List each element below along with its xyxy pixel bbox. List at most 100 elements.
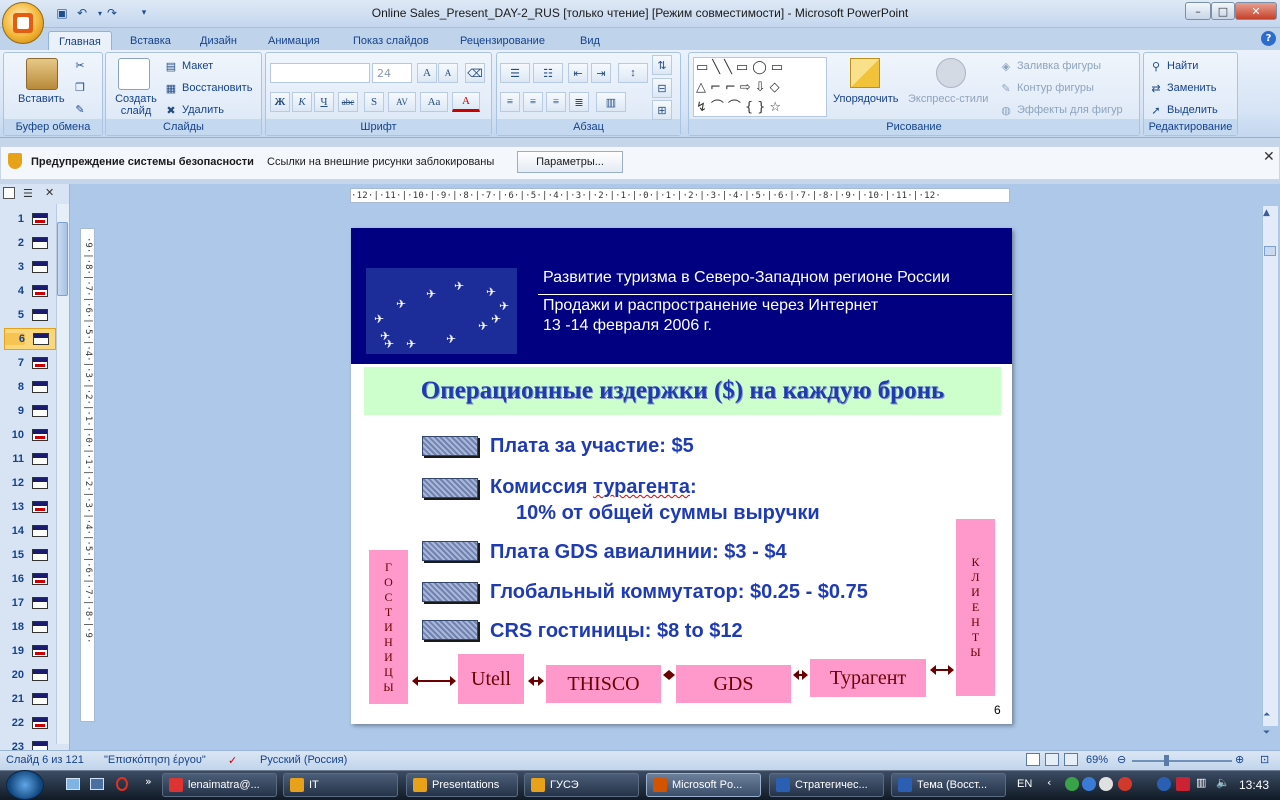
tab-slideshow[interactable]: Показ слайдов	[343, 31, 439, 50]
shape-fill-button[interactable]: ◈ Заливка фигуры	[998, 58, 1101, 74]
arrange-icon[interactable]	[850, 58, 880, 88]
select-button[interactable]: ➚ Выделить	[1148, 102, 1217, 118]
input-language[interactable]: EN	[1017, 778, 1032, 790]
bold-button[interactable]: Ж	[270, 92, 290, 112]
tray-app-icon[interactable]	[1082, 777, 1096, 791]
horizontal-ruler[interactable]: ·12·|·11·|·10·|·9·|·8·|·7·|·6·|·5·|·4·|·…	[350, 188, 1010, 203]
slide-thumbnail[interactable]: 6	[4, 328, 56, 350]
replace-button[interactable]: ⇄ Заменить	[1148, 80, 1216, 96]
editor-scrollbar[interactable]	[1262, 206, 1278, 726]
slide-thumbnail[interactable]: 1	[4, 208, 56, 230]
close-button[interactable]: ✕	[1235, 2, 1277, 20]
slide-thumbnail[interactable]: 9	[4, 400, 56, 422]
bullet-participation-fee[interactable]: Плата за участие: $5	[490, 435, 694, 458]
align-left-icon[interactable]: ≡	[500, 92, 520, 112]
prev-slide-icon[interactable]: ⏶	[1263, 710, 1270, 720]
show-desktop-icon[interactable]	[66, 778, 80, 790]
next-slide-icon[interactable]: ⏷	[1263, 728, 1270, 738]
taskbar-task[interactable]: lenaimatra@...	[162, 773, 277, 797]
outline-tab-icon[interactable]: ☰	[23, 187, 33, 200]
taskbar-task[interactable]: Presentations	[406, 773, 518, 797]
travel-agent-box[interactable]: Турагент	[810, 659, 926, 697]
change-case-button[interactable]: Aa	[420, 92, 448, 112]
slide-thumbnail[interactable]: 3	[4, 256, 56, 278]
switch-windows-icon[interactable]	[90, 778, 104, 790]
quick-styles-button[interactable]: Экспресс-стили	[908, 93, 988, 105]
taskbar-task[interactable]: ГУСЭ	[524, 773, 639, 797]
tab-animation[interactable]: Анимация	[258, 31, 330, 50]
slideshow-view-icon[interactable]	[1064, 753, 1078, 766]
clock[interactable]: 13:43	[1239, 778, 1269, 792]
decrease-indent-icon[interactable]: ⇤	[568, 63, 588, 83]
tab-review[interactable]: Рецензирование	[450, 31, 555, 50]
copy-icon[interactable]: ❐	[72, 79, 88, 95]
minimize-button[interactable]: –	[1185, 2, 1211, 20]
tab-view[interactable]: Вид	[570, 31, 610, 50]
shrink-font-button[interactable]: A	[438, 63, 458, 83]
gds-box[interactable]: GDS	[676, 665, 791, 703]
slide-thumbnail[interactable]: 22	[4, 712, 56, 734]
font-color-button[interactable]: A	[452, 92, 480, 112]
zoom-slider[interactable]	[1132, 760, 1232, 762]
text-direction-icon[interactable]: ⇅	[652, 55, 672, 75]
bullet-agent-commission-detail[interactable]: 10% от общей суммы выручки	[516, 502, 820, 525]
tray-app-icon[interactable]	[1118, 777, 1132, 791]
slide-thumbnail[interactable]: 14	[4, 520, 56, 542]
paste-button[interactable]: Вставить	[18, 93, 65, 105]
shadow-button[interactable]: S	[364, 92, 384, 112]
font-name-field[interactable]	[270, 63, 370, 83]
tab-design[interactable]: Дизайн	[190, 31, 247, 50]
fit-window-icon[interactable]: ⊡	[1260, 753, 1269, 766]
tray-expand-icon[interactable]: ‹	[1047, 776, 1051, 789]
line-spacing-icon[interactable]: ↕	[618, 63, 648, 83]
tray-app-icon[interactable]	[1176, 777, 1190, 791]
paste-icon[interactable]	[26, 58, 58, 90]
slide-canvas[interactable]: ✈ ✈ ✈ ✈ ✈ ✈ ✈ ✈ ✈ ✈ ✈ ✈ Развитие туризма…	[351, 228, 1012, 724]
help-icon[interactable]: ?	[1261, 31, 1276, 46]
zoom-level[interactable]: 69%	[1086, 754, 1108, 766]
arrange-button[interactable]: Упорядочить	[833, 93, 898, 105]
slide-thumbnail[interactable]: 8	[4, 376, 56, 398]
cut-icon[interactable]: ✂	[72, 57, 88, 73]
scroll-up-icon[interactable]: ▲	[1263, 208, 1270, 218]
quick-launch-more-icon[interactable]: »	[145, 775, 152, 788]
normal-view-icon[interactable]	[1026, 753, 1040, 766]
reset-button[interactable]: ▦ Восстановить	[163, 80, 253, 96]
grow-font-button[interactable]: A	[417, 63, 437, 83]
volume-icon[interactable]: 🔈	[1216, 776, 1230, 789]
network-icon[interactable]: ▥	[1196, 776, 1206, 789]
underline-button[interactable]: Ч	[314, 92, 334, 112]
clear-format-icon[interactable]: ⌫	[465, 63, 485, 83]
slides-scroll-thumb[interactable]	[57, 222, 68, 296]
clients-box[interactable]: КЛИЕНТЫ	[956, 519, 995, 696]
smartart-icon[interactable]: ⊞	[652, 100, 672, 120]
language-indicator[interactable]: Русский (Россия)	[260, 754, 347, 766]
slide-thumbnail[interactable]: 12	[4, 472, 56, 494]
slide-thumbnail[interactable]: 19	[4, 640, 56, 662]
sorter-view-icon[interactable]	[1045, 753, 1059, 766]
editor-scroll-thumb[interactable]	[1264, 246, 1276, 256]
new-slide-button[interactable]: Создать слайд	[113, 93, 159, 117]
taskbar-task[interactable]: Стратегичес...	[769, 773, 884, 797]
slide-thumbnail[interactable]: 15	[4, 544, 56, 566]
bullets-icon[interactable]: ☰	[500, 63, 530, 83]
slide-thumbnail[interactable]: 10	[4, 424, 56, 446]
align-text-icon[interactable]: ⊟	[652, 78, 672, 98]
italic-button[interactable]: К	[292, 92, 312, 112]
tray-app-icon[interactable]	[1099, 777, 1113, 791]
taskbar-task[interactable]: Microsoft Po...	[646, 773, 761, 797]
tab-home[interactable]: Главная	[48, 31, 112, 51]
options-button[interactable]: Параметры...	[517, 151, 623, 173]
shapes-gallery[interactable]: ▭╲╲▭◯▭ △⌐⌐⇨⇩◇ ↯⌒⌒{}☆	[693, 57, 827, 117]
align-center-icon[interactable]: ≡	[523, 92, 543, 112]
find-button[interactable]: ⚲ Найти	[1148, 58, 1198, 74]
numbering-icon[interactable]: ☷	[533, 63, 563, 83]
char-spacing-button[interactable]: AV	[388, 92, 416, 112]
close-icon[interactable]: ✕	[1263, 149, 1275, 165]
shape-effects-button[interactable]: ◍ Эффекты для фигур	[998, 102, 1122, 118]
zoom-out-icon[interactable]: ⊖	[1117, 753, 1126, 766]
utell-box[interactable]: Utell	[458, 654, 524, 704]
opera-icon[interactable]	[116, 777, 128, 791]
theme-name[interactable]: "Επισκόπηση έργου"	[104, 754, 206, 766]
layout-button[interactable]: ▤ Макет	[163, 58, 213, 74]
